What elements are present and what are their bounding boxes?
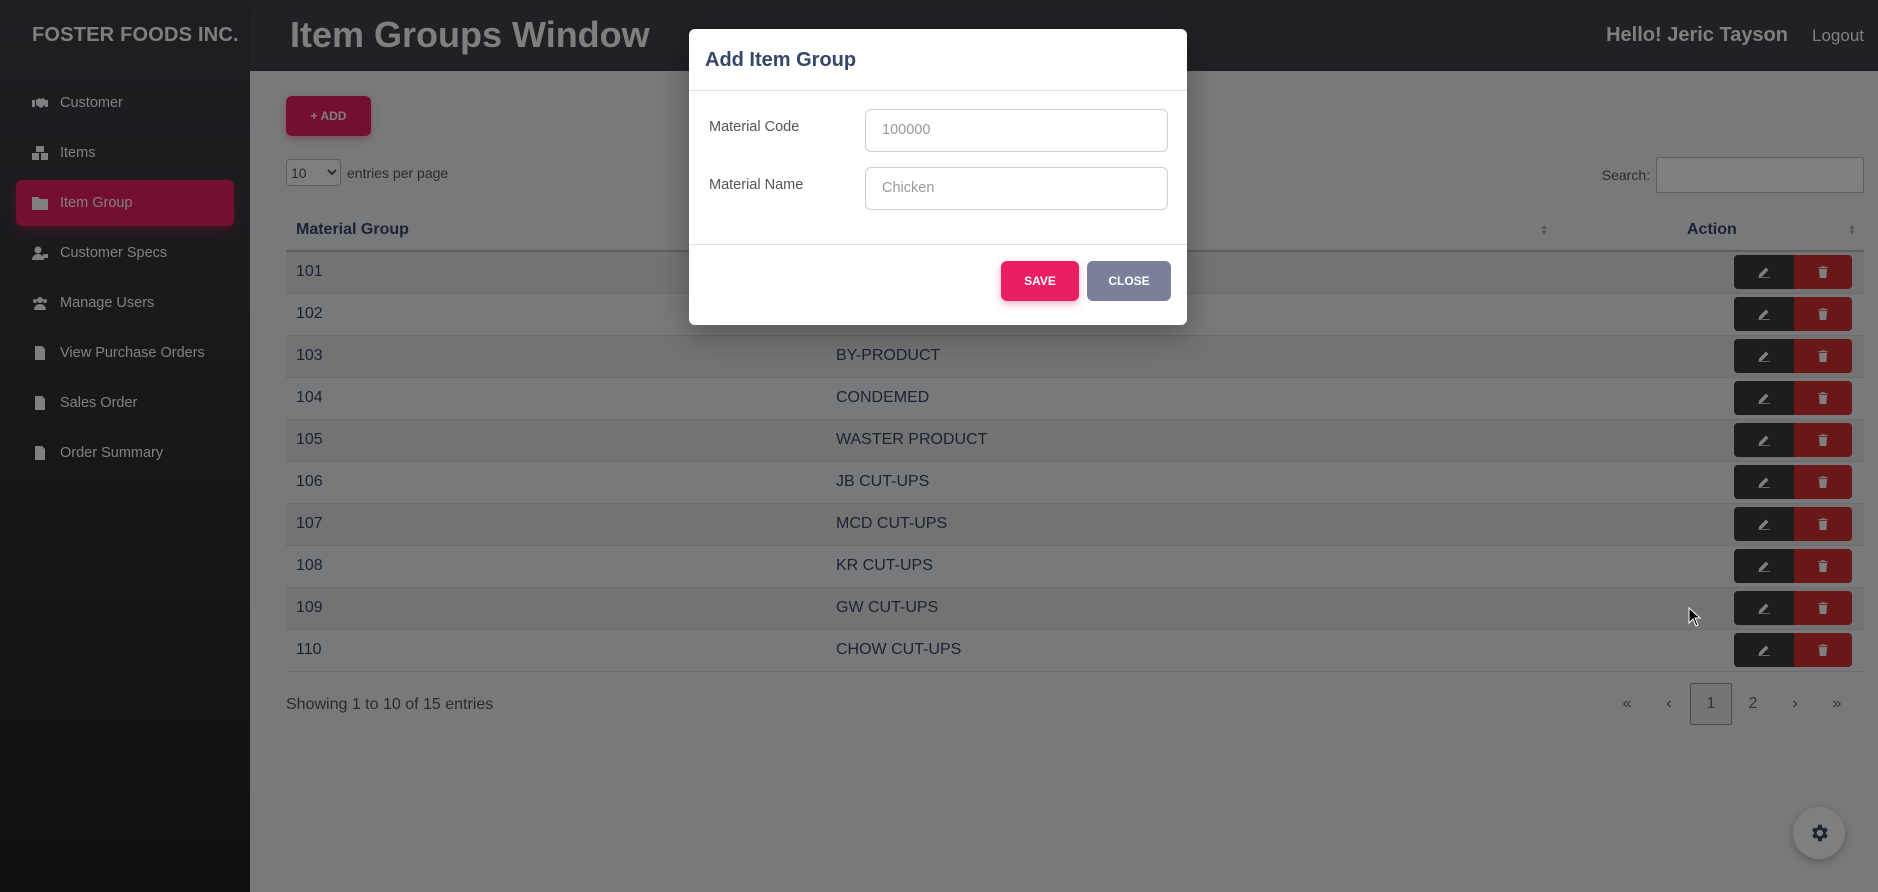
add-item-group-modal: Add Item Group Material Code Material Na… [689,29,1187,325]
close-button[interactable]: CLOSE [1087,261,1171,301]
material-code-label: Material Code [709,119,800,135]
modal-title: Add Item Group [705,49,857,71]
material-name-label: Material Name [709,177,804,193]
modal-footer: SAVE CLOSE [689,245,1187,317]
material-code-row: Material Code [705,107,1171,153]
material-name-row: Material Name [705,165,1171,211]
save-button[interactable]: SAVE [1001,261,1079,301]
mouse-cursor-icon [1688,607,1702,627]
material-name-input[interactable] [865,166,1168,210]
modal-body: Material Code Material Name [689,91,1187,245]
modal-header: Add Item Group [689,29,1187,91]
material-code-input[interactable] [865,108,1168,152]
